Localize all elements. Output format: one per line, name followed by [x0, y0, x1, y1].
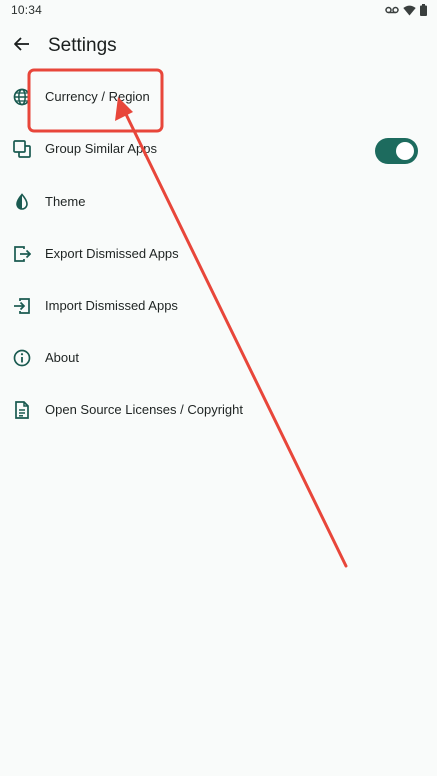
status-time: 10:34: [11, 3, 43, 17]
setting-label: Open Source Licenses / Copyright: [45, 402, 243, 417]
status-icons: [385, 4, 427, 16]
setting-label: Group Similar Apps: [45, 141, 157, 156]
setting-currency-region[interactable]: Currency / Region: [0, 72, 437, 122]
copy-icon: [12, 139, 32, 159]
setting-about[interactable]: About: [0, 333, 437, 383]
setting-open-source-licenses[interactable]: Open Source Licenses / Copyright: [0, 385, 437, 435]
setting-label: Theme: [45, 194, 86, 209]
back-button[interactable]: [8, 32, 36, 60]
status-bar: 10:34: [0, 0, 437, 22]
info-icon: [12, 348, 32, 368]
voicemail-icon: [385, 5, 399, 15]
wifi-icon: [403, 5, 416, 16]
setting-export-dismissed-apps[interactable]: Export Dismissed Apps: [0, 229, 437, 279]
setting-theme[interactable]: Theme: [0, 177, 437, 227]
import-icon: [12, 296, 32, 316]
setting-group-similar-apps[interactable]: Group Similar Apps: [0, 124, 437, 174]
app-bar: Settings: [0, 26, 437, 66]
battery-icon: [420, 4, 427, 16]
arrow-back-icon: [13, 35, 31, 58]
globe-icon: [12, 87, 32, 107]
group-similar-apps-toggle[interactable]: [375, 138, 418, 164]
setting-label: Export Dismissed Apps: [45, 246, 179, 261]
setting-label: Currency / Region: [45, 89, 150, 104]
toggle-knob: [396, 142, 414, 160]
contrast-icon: [12, 192, 32, 212]
setting-import-dismissed-apps[interactable]: Import Dismissed Apps: [0, 281, 437, 331]
export-icon: [12, 244, 32, 264]
setting-label: About: [45, 350, 79, 365]
document-icon: [12, 400, 32, 420]
page-title: Settings: [48, 35, 117, 56]
setting-label: Import Dismissed Apps: [45, 298, 178, 313]
